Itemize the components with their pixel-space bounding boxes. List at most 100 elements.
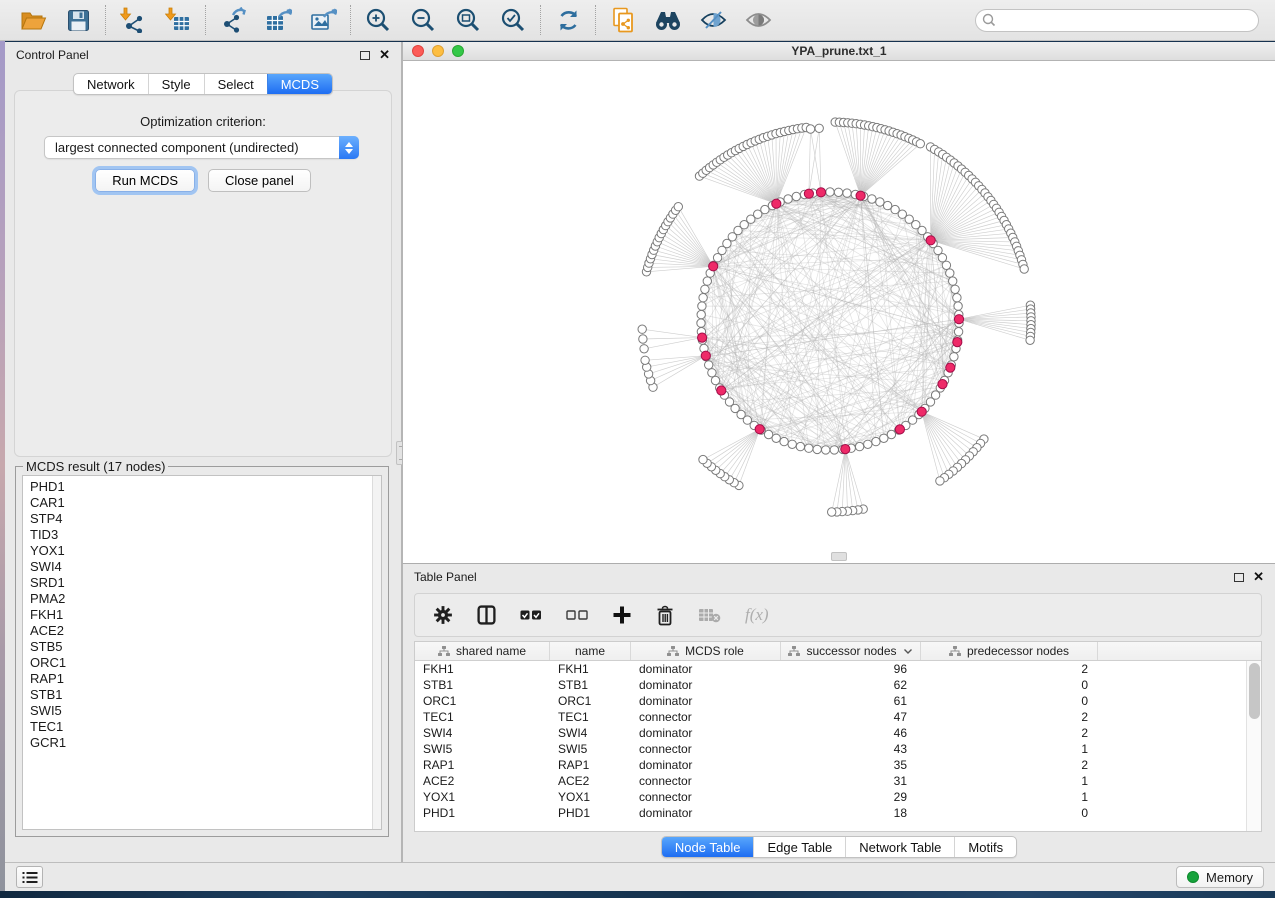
table-row[interactable]: ACE2ACE2connector311 <box>415 773 1261 789</box>
scrollbar-thumb[interactable] <box>1249 663 1260 719</box>
list-item[interactable]: RAP1 <box>30 671 374 687</box>
list-item[interactable]: SWI5 <box>30 703 374 719</box>
tab-network-table[interactable]: Network Table <box>845 837 954 857</box>
table-scrollbar[interactable] <box>1246 661 1261 831</box>
toolbar-group-refresh <box>541 6 595 34</box>
cell-predecessor-nodes: 2 <box>921 758 1098 772</box>
table-row[interactable]: TEC1TEC1connector472 <box>415 709 1261 725</box>
list-item[interactable]: GCR1 <box>30 735 374 751</box>
tab-motifs[interactable]: Motifs <box>954 837 1016 857</box>
table-row[interactable]: YOX1YOX1connector291 <box>415 789 1261 805</box>
table-settings-gear-icon[interactable] <box>433 603 453 627</box>
zoom-in-icon[interactable] <box>364 6 392 34</box>
search-binoculars-icon[interactable] <box>654 6 682 34</box>
network-titlebar[interactable]: YPA_prune.txt_1 <box>403 42 1275 61</box>
tab-edge-table[interactable]: Edge Table <box>753 837 845 857</box>
table-row[interactable]: ORC1ORC1dominator610 <box>415 693 1261 709</box>
close-panel-icon[interactable]: ✕ <box>1253 572 1264 582</box>
export-table-icon[interactable] <box>264 6 292 34</box>
column-header-MCDS-role[interactable]: MCDS role <box>631 642 781 660</box>
column-header-name[interactable]: name <box>550 642 631 660</box>
list-item[interactable]: CAR1 <box>30 495 374 511</box>
main-toolbar <box>0 0 1275 41</box>
close-window-icon[interactable] <box>412 45 424 57</box>
table-row[interactable]: PHD1PHD1dominator180 <box>415 805 1261 821</box>
deselect-all-icon[interactable] <box>566 603 588 627</box>
tab-network[interactable]: Network <box>74 74 148 94</box>
select-all-icon[interactable] <box>520 603 542 627</box>
show-graphics-details-icon[interactable] <box>744 6 772 34</box>
list-item[interactable]: SRD1 <box>30 575 374 591</box>
mcds-result-box: MCDS result (17 nodes) PHD1CAR1STP4TID3Y… <box>15 466 389 837</box>
column-header-successor-nodes[interactable]: successor nodes <box>781 642 921 660</box>
table-row[interactable]: STB1STB1dominator620 <box>415 677 1261 693</box>
list-item[interactable]: ORC1 <box>30 655 374 671</box>
close-panel-button[interactable]: Close panel <box>208 169 311 192</box>
network-graph[interactable] <box>403 61 1271 562</box>
result-list-scrollbar[interactable] <box>372 476 381 829</box>
delete-row-icon[interactable] <box>656 603 674 627</box>
tab-style[interactable]: Style <box>148 74 204 94</box>
apply-function-icon[interactable]: f(x) <box>745 603 769 627</box>
list-item[interactable]: TID3 <box>30 527 374 543</box>
list-item[interactable]: STB1 <box>30 687 374 703</box>
cell-shared-name: TEC1 <box>415 710 550 724</box>
float-window-icon[interactable] <box>360 51 370 60</box>
maximize-window-icon[interactable] <box>452 45 464 57</box>
main-content: Control Panel ✕ NetworkStyleSelectMCDS O… <box>5 42 1275 862</box>
mcds-result-list[interactable]: PHD1CAR1STP4TID3YOX1SWI4SRD1PMA2FKH1ACE2… <box>22 475 382 830</box>
list-item[interactable]: STP4 <box>30 511 374 527</box>
list-item[interactable]: TEC1 <box>30 719 374 735</box>
cell-name: RAP1 <box>550 758 631 772</box>
criterion-dropdown[interactable]: largest connected component (undirected) <box>44 136 359 159</box>
list-item[interactable]: PMA2 <box>30 591 374 607</box>
list-item[interactable]: SWI4 <box>30 559 374 575</box>
table-row[interactable]: RAP1RAP1dominator352 <box>415 757 1261 773</box>
list-item[interactable]: PHD1 <box>30 479 374 495</box>
float-window-icon[interactable] <box>1234 573 1244 582</box>
zoom-out-icon[interactable] <box>409 6 437 34</box>
add-row-icon[interactable] <box>612 603 632 627</box>
tab-mcds[interactable]: MCDS <box>267 74 332 94</box>
toolbar-group-import <box>106 6 205 34</box>
memory-button[interactable]: Memory <box>1176 866 1264 888</box>
cell-MCDS-role: dominator <box>631 694 781 708</box>
list-item[interactable]: FKH1 <box>30 607 374 623</box>
search-field[interactable] <box>975 9 1259 32</box>
close-panel-icon[interactable]: ✕ <box>379 50 390 60</box>
show-column-icon[interactable] <box>477 603 496 627</box>
column-header-predecessor-nodes[interactable]: predecessor nodes <box>921 642 1098 660</box>
cell-successor-nodes: 31 <box>781 774 921 788</box>
task-history-button[interactable] <box>16 866 43 888</box>
list-item[interactable]: ACE2 <box>30 623 374 639</box>
network-view-window: YPA_prune.txt_1 <box>402 42 1275 563</box>
search-input[interactable] <box>998 13 1254 27</box>
refresh-layout-icon[interactable] <box>554 6 582 34</box>
zoom-selected-icon[interactable] <box>499 6 527 34</box>
run-mcds-button[interactable]: Run MCDS <box>95 169 195 192</box>
export-image-icon[interactable] <box>309 6 337 34</box>
minimize-window-icon[interactable] <box>432 45 444 57</box>
clone-network-icon[interactable] <box>609 6 637 34</box>
table-row[interactable]: SWI5SWI5connector431 <box>415 741 1261 757</box>
tab-node-table[interactable]: Node Table <box>662 837 754 857</box>
network-canvas[interactable] <box>403 61 1275 563</box>
cell-MCDS-role: dominator <box>631 758 781 772</box>
open-session-icon[interactable] <box>19 6 47 34</box>
export-network-icon[interactable] <box>219 6 247 34</box>
column-header-shared-name[interactable]: shared name <box>415 642 550 660</box>
save-session-icon[interactable] <box>64 6 92 34</box>
tab-select[interactable]: Select <box>204 74 267 94</box>
memory-button-label: Memory <box>1206 870 1253 885</box>
import-table-icon[interactable] <box>164 6 192 34</box>
import-network-icon[interactable] <box>119 6 147 34</box>
optimization-criterion-label: Optimization criterion: <box>5 114 401 129</box>
list-item[interactable]: STB5 <box>30 639 374 655</box>
zoom-fit-icon[interactable] <box>454 6 482 34</box>
table-row[interactable]: FKH1FKH1dominator962 <box>415 661 1261 677</box>
hide-graphics-details-icon[interactable] <box>699 6 727 34</box>
horizontal-splitter-grip[interactable] <box>831 552 847 561</box>
table-row[interactable]: SWI4SWI4dominator462 <box>415 725 1261 741</box>
list-item[interactable]: YOX1 <box>30 543 374 559</box>
delete-table-icon[interactable] <box>698 603 721 627</box>
